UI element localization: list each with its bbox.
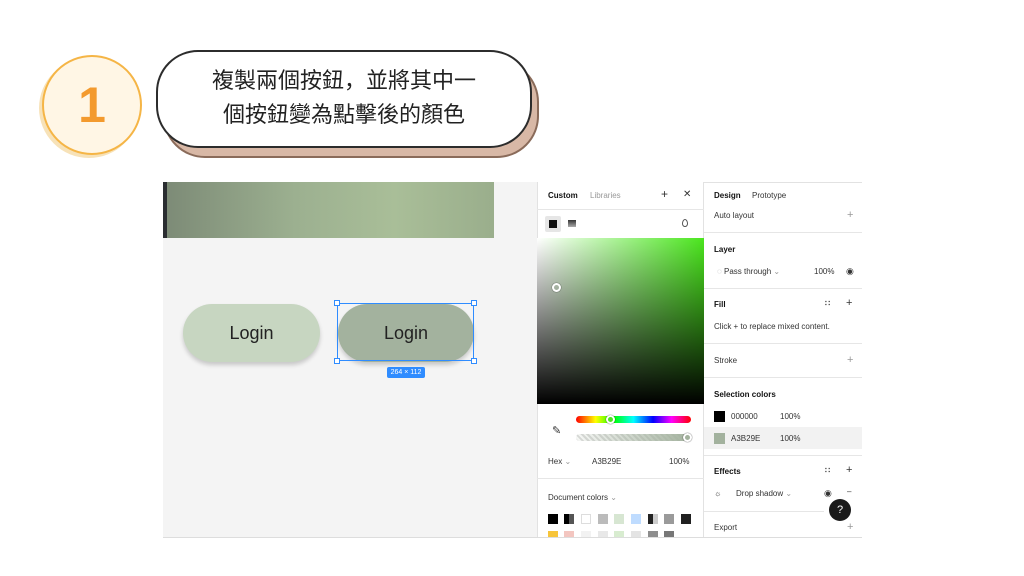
opacity-knob[interactable] bbox=[683, 433, 692, 442]
step-number: 1 bbox=[78, 77, 106, 133]
effect-settings-icon[interactable]: ☼ bbox=[714, 489, 721, 498]
tab-libraries[interactable]: Libraries bbox=[590, 191, 621, 200]
layer-opacity[interactable]: 100% bbox=[814, 267, 834, 276]
divider bbox=[704, 232, 862, 233]
tab-design[interactable]: Design bbox=[714, 191, 741, 200]
resize-handle[interactable] bbox=[334, 358, 340, 364]
photo-edge bbox=[163, 182, 167, 238]
color-opacity[interactable]: 100% bbox=[780, 434, 800, 443]
divider bbox=[704, 511, 824, 512]
saturation-knob[interactable] bbox=[552, 283, 561, 292]
swatch[interactable] bbox=[581, 514, 591, 524]
color-opacity[interactable]: 100% bbox=[780, 412, 800, 421]
resize-handle[interactable] bbox=[471, 358, 477, 364]
color-swatch[interactable] bbox=[714, 411, 725, 422]
add-fill-icon[interactable]: + bbox=[846, 297, 852, 309]
layer-heading: Layer bbox=[714, 245, 736, 254]
eye-icon[interactable]: ◉ bbox=[824, 488, 832, 499]
screenshot-bottom-border bbox=[163, 537, 862, 538]
swatch[interactable] bbox=[664, 514, 674, 524]
swatch[interactable] bbox=[614, 514, 624, 524]
remove-effect-icon[interactable]: – bbox=[847, 487, 851, 496]
effect-type-select[interactable]: Drop shadow ⌄ bbox=[736, 489, 792, 498]
hue-knob[interactable] bbox=[606, 415, 615, 424]
instruction-line-2: 個按鈕變為點擊後的顏色 bbox=[222, 103, 465, 128]
document-colors-select[interactable]: Document colors ⌄ bbox=[548, 493, 617, 502]
resize-handle[interactable] bbox=[334, 300, 340, 306]
add-effect-icon[interactable]: + bbox=[846, 464, 852, 476]
resize-handle[interactable] bbox=[471, 300, 477, 306]
color-format-select[interactable]: Hex ⌄ bbox=[548, 457, 571, 466]
selection-colors-heading: Selection colors bbox=[714, 390, 776, 399]
tab-prototype[interactable]: Prototype bbox=[752, 191, 786, 200]
swatch[interactable] bbox=[631, 514, 641, 524]
style-grid-icon[interactable]: ∷ bbox=[825, 466, 830, 475]
divider bbox=[704, 455, 862, 456]
login-button-default[interactable]: Login bbox=[183, 304, 320, 362]
tab-custom[interactable]: Custom bbox=[548, 191, 578, 200]
solid-fill-tab[interactable] bbox=[545, 216, 561, 232]
solid-fill-icon bbox=[549, 220, 557, 228]
instruction-bubble: 複製兩個按鈕，並將其中一 個按鈕變為點擊後的顏色 bbox=[156, 50, 532, 148]
chevron-down-icon: ⌄ bbox=[785, 489, 793, 498]
fill-hint: Click + to replace mixed content. bbox=[714, 322, 830, 331]
swatch[interactable] bbox=[681, 514, 691, 524]
blend-mode-select[interactable]: ◌ Pass through ⌄ bbox=[717, 267, 780, 276]
add-icon[interactable]: + bbox=[661, 187, 668, 201]
close-icon[interactable]: ✕ bbox=[683, 189, 691, 200]
eyedropper-icon[interactable]: ✎ bbox=[552, 424, 561, 437]
blend-drop-icon[interactable] bbox=[682, 219, 688, 227]
divider bbox=[704, 288, 862, 289]
opacity-input[interactable]: 100% bbox=[669, 457, 689, 466]
effects-heading: Effects bbox=[714, 467, 741, 476]
color-swatch[interactable] bbox=[714, 433, 725, 444]
add-auto-layout-icon[interactable]: + bbox=[847, 209, 853, 221]
chevron-down-icon: ⌄ bbox=[610, 493, 617, 502]
effect-name: Drop shadow bbox=[736, 489, 784, 498]
background-photo bbox=[163, 182, 494, 238]
color-hex[interactable]: 000000 bbox=[731, 412, 758, 421]
eye-icon[interactable]: ◉ bbox=[846, 266, 854, 277]
hue-slider[interactable] bbox=[576, 416, 691, 423]
saturation-field[interactable] bbox=[537, 238, 704, 404]
hex-input[interactable]: A3B29E bbox=[592, 457, 621, 466]
blend-mode-value: Pass through bbox=[724, 267, 772, 276]
selection-box bbox=[337, 303, 474, 361]
doc-colors-label: Document colors bbox=[548, 493, 609, 502]
stroke-heading: Stroke bbox=[714, 356, 738, 365]
opacity-slider[interactable] bbox=[576, 434, 691, 441]
chevron-down-icon: ⌄ bbox=[564, 457, 572, 466]
dimension-label: 264 × 112 bbox=[387, 367, 425, 378]
add-export-icon[interactable]: + bbox=[847, 521, 853, 533]
add-stroke-icon[interactable]: + bbox=[847, 354, 853, 366]
instruction-line-1: 複製兩個按鈕，並將其中一 bbox=[211, 69, 476, 94]
swatch[interactable] bbox=[548, 514, 558, 524]
divider bbox=[704, 377, 862, 378]
fill-heading: Fill bbox=[714, 300, 726, 309]
help-button[interactable]: ? bbox=[829, 499, 851, 521]
divider bbox=[537, 478, 704, 479]
swatch[interactable] bbox=[648, 514, 658, 524]
color-hex[interactable]: A3B29E bbox=[731, 434, 760, 443]
swatch[interactable] bbox=[564, 514, 574, 524]
gradient-fill-icon[interactable] bbox=[568, 220, 576, 227]
format-label: Hex bbox=[548, 457, 563, 466]
style-grid-icon[interactable]: ∷ bbox=[825, 299, 830, 308]
chevron-down-icon: ⌄ bbox=[773, 267, 781, 276]
swatch[interactable] bbox=[598, 514, 608, 524]
divider bbox=[537, 209, 704, 210]
export-heading: Export bbox=[714, 523, 738, 532]
blend-icon: ◌ bbox=[717, 267, 722, 276]
divider bbox=[704, 343, 862, 344]
auto-layout-label: Auto layout bbox=[714, 211, 755, 220]
